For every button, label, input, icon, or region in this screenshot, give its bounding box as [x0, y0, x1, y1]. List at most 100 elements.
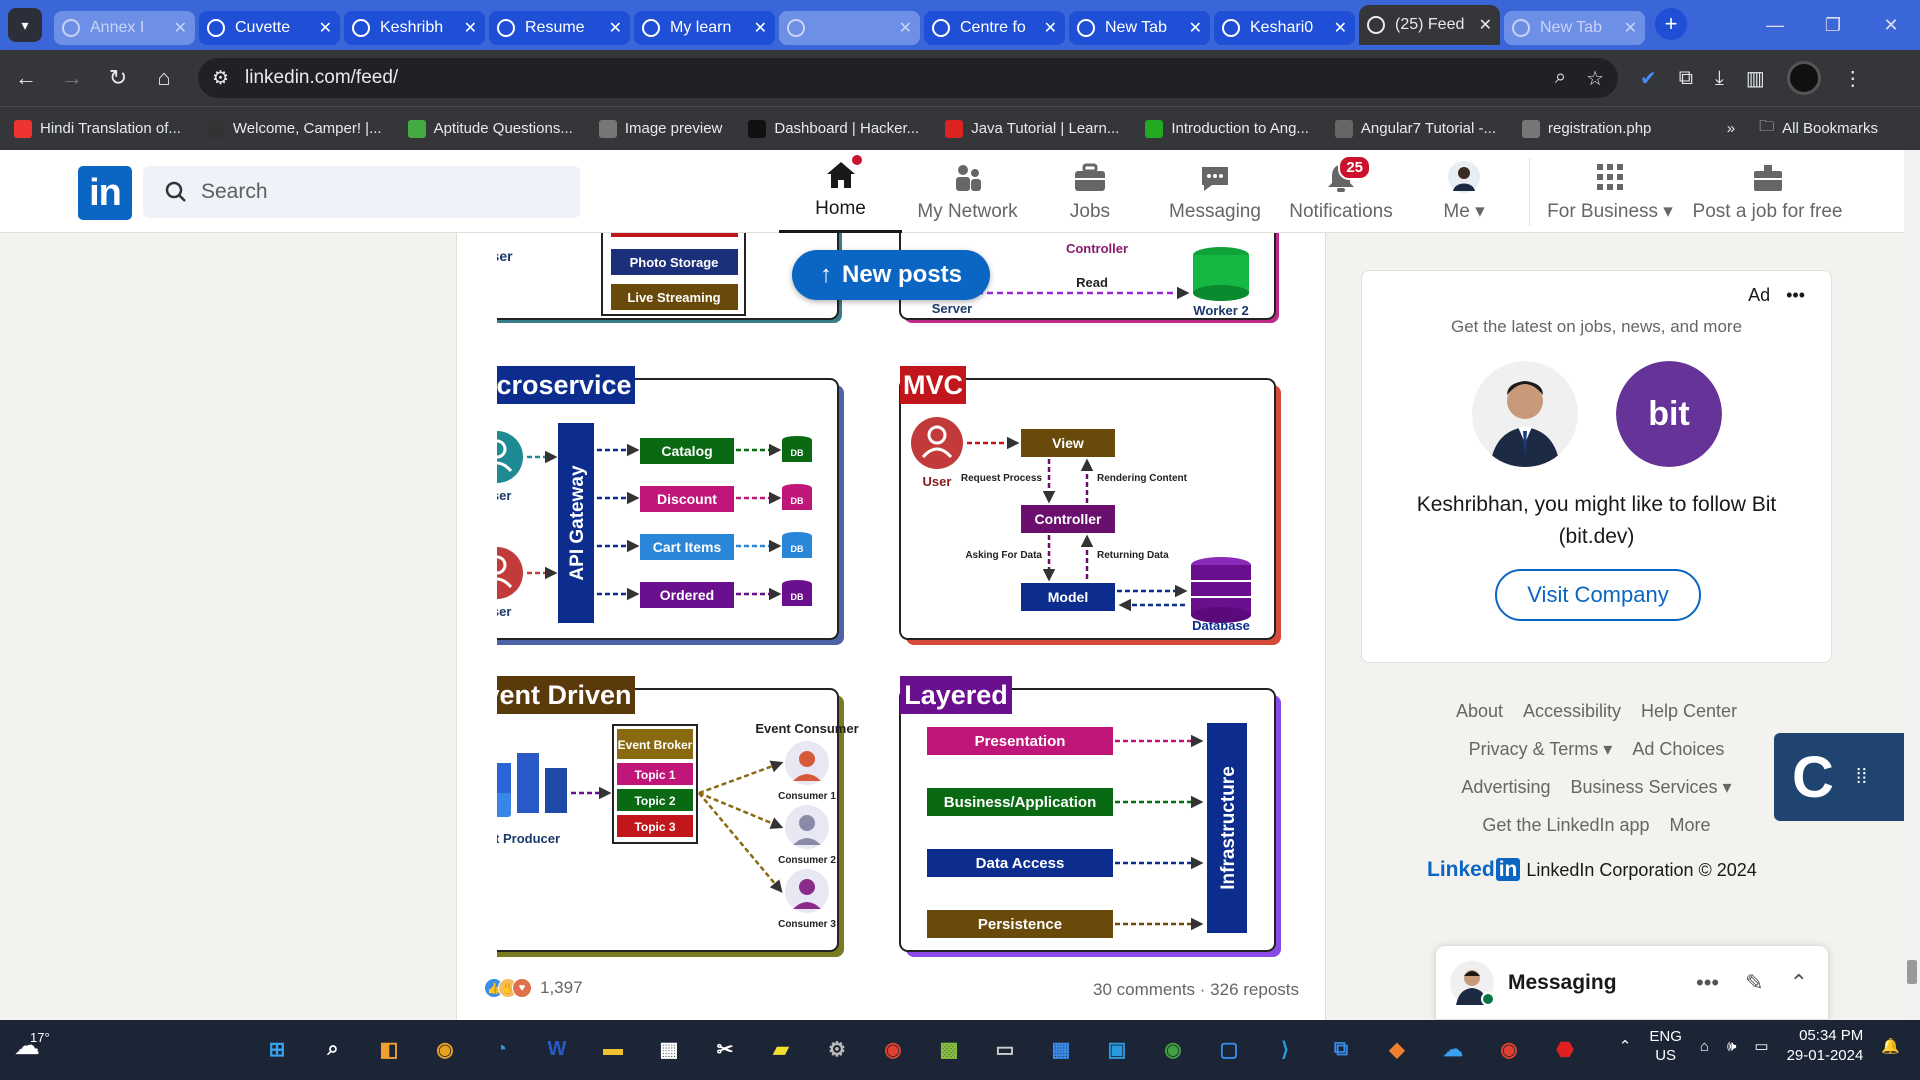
footer-link[interactable]: Ad Choices	[1632, 739, 1724, 759]
chrome-icon[interactable]: ◉	[424, 1028, 466, 1070]
nav-post-job[interactable]: Post a job for free	[1690, 150, 1845, 233]
widgets-icon[interactable]: ◧	[368, 1028, 410, 1070]
tab[interactable]: Cuvette ✕	[199, 11, 340, 45]
bookmark-item[interactable]: Image preview	[598, 119, 722, 138]
language-indicator[interactable]: ENG US	[1649, 1027, 1682, 1065]
compose-icon[interactable]: ✎	[1745, 970, 1763, 996]
bit-logo[interactable]: bit	[1616, 361, 1722, 467]
linkedin-logo[interactable]: in	[78, 166, 132, 220]
footer-link[interactable]: Get the LinkedIn app	[1482, 815, 1649, 835]
forward-button[interactable]: →	[52, 58, 92, 98]
wifi-icon[interactable]: ⌂	[1700, 1038, 1709, 1055]
sidebar-icon[interactable]: ▥	[1746, 66, 1765, 91]
bookmark-item[interactable]: Aptitude Questions...	[407, 119, 573, 138]
nav-messaging[interactable]: Messaging	[1160, 150, 1270, 233]
drag-handle-icon[interactable]: ⁞⁞	[1856, 767, 1867, 787]
sticky-notes-icon[interactable]: ▰	[760, 1028, 802, 1070]
footer-link[interactable]: Help Center	[1641, 701, 1737, 721]
tab[interactable]: Resume ✕	[489, 11, 630, 45]
footer-link[interactable]: Advertising	[1461, 777, 1550, 797]
close-icon[interactable]: ✕	[1189, 18, 1202, 38]
bookmark-item[interactable]: Introduction to Ang...	[1145, 119, 1309, 138]
tab-search-button[interactable]: ▾	[8, 8, 42, 42]
footer-link[interactable]: Privacy & Terms ▾	[1469, 739, 1613, 759]
new-posts-button[interactable]: ↑ New posts	[792, 250, 990, 300]
bookmark-item[interactable]: registration.php	[1522, 119, 1651, 138]
nav-me[interactable]: Me ▾	[1428, 150, 1500, 233]
close-icon[interactable]: ✕	[464, 18, 477, 38]
tab[interactable]: New Tab ✕	[1504, 11, 1645, 45]
snipping-tool-icon[interactable]: ✂	[704, 1028, 746, 1070]
more-options-icon[interactable]: •••	[1696, 970, 1719, 996]
footer-link[interactable]: About	[1456, 701, 1503, 721]
close-icon[interactable]: ✕	[899, 18, 912, 38]
home-icon[interactable]: ⌂	[144, 58, 184, 98]
reaction-summary[interactable]: 👍 ✋ ♥ 1,397	[484, 978, 583, 998]
battery-icon[interactable]: ▭	[1754, 1037, 1768, 1055]
footer-link[interactable]: Accessibility	[1523, 701, 1621, 721]
bookmark-item[interactable]: Welcome, Camper! |...	[206, 119, 382, 138]
edge-icon[interactable]: ◔	[480, 1028, 522, 1070]
notification-bell-icon[interactable]: 🔔	[1881, 1037, 1900, 1055]
word-icon[interactable]: W	[536, 1028, 578, 1070]
nav-for-business[interactable]: For Business ▾	[1545, 150, 1675, 233]
network-tool-icon[interactable]: ⧉	[1320, 1028, 1362, 1070]
scrollbar-thumb[interactable]	[1907, 960, 1917, 984]
close-window-button[interactable]: ✕	[1862, 0, 1920, 50]
weather-widget[interactable]: ☁ 17°	[14, 1030, 50, 1061]
extensions-icon[interactable]: ⧉	[1679, 67, 1693, 90]
close-icon[interactable]: ✕	[319, 18, 332, 38]
chrome-icon[interactable]: ◉	[1488, 1028, 1530, 1070]
nav-home[interactable]: Home	[779, 150, 902, 233]
windows-start-icon[interactable]: ⊞	[256, 1028, 298, 1070]
more-bookmarks-icon[interactable]: »	[1727, 120, 1735, 137]
close-icon[interactable]: ✕	[1334, 18, 1347, 38]
search-icon[interactable]: ⌕	[312, 1028, 354, 1070]
messaging-panel[interactable]: Messaging ••• ✎ ⌃	[1435, 945, 1829, 1020]
remote-desktop-icon[interactable]: ▣	[1096, 1028, 1138, 1070]
tab[interactable]: Annex I ✕	[54, 11, 195, 45]
back-button[interactable]: ←	[6, 58, 46, 98]
window-icon[interactable]: ▢	[1208, 1028, 1250, 1070]
tab[interactable]: (25) Feed ✕	[1359, 5, 1500, 45]
reload-button[interactable]: ↻	[98, 58, 138, 98]
file-explorer-icon[interactable]: ▬	[592, 1028, 634, 1070]
vpn-extension-icon[interactable]: ✔	[1640, 66, 1657, 91]
nav-notifications[interactable]: 25 Notifications	[1286, 150, 1396, 233]
calendar-icon[interactable]: ▦	[1040, 1028, 1082, 1070]
bookmark-item[interactable]: Angular7 Tutorial -...	[1334, 119, 1496, 138]
close-icon[interactable]: ✕	[1044, 18, 1057, 38]
more-options-icon[interactable]: •••	[1786, 285, 1805, 306]
volume-icon[interactable]: 🕪	[1727, 1038, 1736, 1055]
new-tab-button[interactable]: +	[1655, 8, 1687, 40]
tab[interactable]: My learn ✕	[634, 11, 775, 45]
download-icon[interactable]: ⤓	[1715, 67, 1724, 90]
tab[interactable]: ✕	[779, 11, 920, 45]
bookmark-item[interactable]: Hindi Translation of...	[14, 119, 181, 138]
tab[interactable]: Keshari0 ✕	[1214, 11, 1355, 45]
clock[interactable]: 05:34 PM 29-01-2024	[1787, 1026, 1864, 1066]
image-viewer-icon[interactable]: ▩	[928, 1028, 970, 1070]
bookmark-item[interactable]: Java Tutorial | Learn...	[945, 119, 1119, 138]
close-icon[interactable]: ✕	[174, 18, 187, 38]
profile-avatar[interactable]	[1786, 61, 1821, 95]
close-icon[interactable]: ✕	[754, 18, 767, 38]
all-bookmarks-button[interactable]: 🗀 All Bookmarks	[1759, 116, 1878, 141]
terminal-icon[interactable]: ▭	[984, 1028, 1026, 1070]
tab[interactable]: New Tab ✕	[1069, 11, 1210, 45]
extension-widget[interactable]: C ⁞⁞	[1774, 733, 1920, 821]
nav-jobs[interactable]: Jobs	[1050, 150, 1130, 233]
reposts-count[interactable]: 326 reposts	[1210, 980, 1299, 999]
tab[interactable]: Centre fo ✕	[924, 11, 1065, 45]
address-bar[interactable]: ⚙ linkedin.com/feed/ ⌕ ☆	[198, 58, 1618, 98]
scrollbar[interactable]	[1904, 150, 1920, 1020]
vscode-icon[interactable]: ⟩	[1264, 1028, 1306, 1070]
footer-link[interactable]: More	[1670, 815, 1711, 835]
bookmark-star-icon[interactable]: ☆	[1586, 66, 1604, 91]
sublime-icon[interactable]: ◆	[1376, 1028, 1418, 1070]
zoom-icon[interactable]: ⌕	[1555, 66, 1566, 91]
close-icon[interactable]: ✕	[609, 18, 622, 38]
onedrive-icon[interactable]: ☁	[1432, 1028, 1474, 1070]
settings-icon[interactable]: ⚙	[816, 1028, 858, 1070]
minimize-button[interactable]: —	[1746, 0, 1804, 50]
